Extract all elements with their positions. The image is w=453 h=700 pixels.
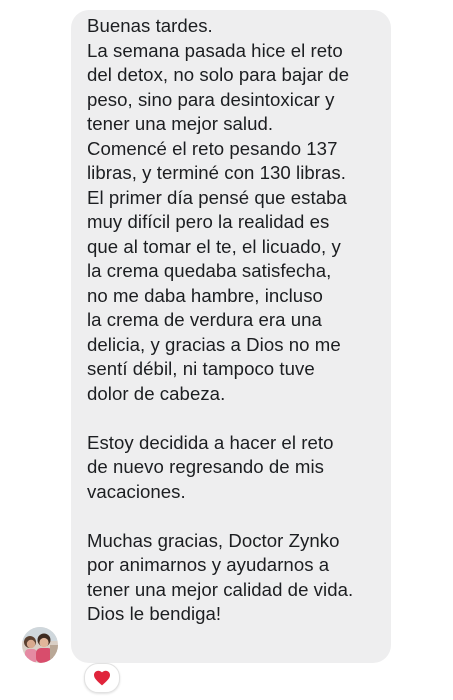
message-line: vacaciones. — [87, 480, 186, 502]
message-line: peso, sino para desintoxicar y — [87, 88, 335, 110]
message-bubble[interactable]: Buenas tardes. La semana pasada hice el … — [71, 10, 391, 663]
message-line: la crema quedaba satisfecha, — [87, 260, 332, 281]
message-line: El primer día pensé que estaba — [87, 186, 347, 208]
message-line: delicia, y gracias a Dios no me — [87, 333, 341, 355]
message-line: dolor de cabeza. — [87, 382, 226, 404]
message-line: la crema de verdura era una — [87, 309, 322, 330]
message-line: sentí débil, ni tampoco tuve — [87, 358, 315, 379]
heart-reaction[interactable] — [84, 663, 120, 693]
message-line: tener una mejor salud. — [87, 113, 274, 134]
message-line: que al tomar el te, el licuado, y — [87, 235, 341, 257]
avatar[interactable] — [22, 627, 58, 663]
message-line: muy difícil pero la realidad es — [87, 211, 330, 232]
message-line: Buenas tardes. — [87, 15, 213, 36]
message-line: La semana pasada hice el reto — [87, 39, 343, 61]
message-line: Comencé el reto pesando 137 — [87, 137, 338, 159]
message-line: por animarnos y ayudarnos a — [87, 554, 330, 575]
message-line: Muchas gracias, Doctor Zynko — [87, 529, 340, 551]
avatar-photo — [22, 627, 58, 663]
message-line: Dios le bendiga! — [87, 603, 222, 624]
message-line: no me daba hambre, incluso — [87, 284, 323, 306]
message-line: Estoy decidida a hacer el reto — [87, 431, 334, 453]
message-line: del detox, no solo para bajar de — [87, 64, 350, 85]
message-line: de nuevo regresando de mis — [87, 456, 324, 477]
heart-icon — [94, 670, 110, 686]
message-line: libras, y terminé con 130 libras. — [87, 162, 346, 183]
message-line: tener una mejor calidad de vida. — [87, 578, 354, 600]
